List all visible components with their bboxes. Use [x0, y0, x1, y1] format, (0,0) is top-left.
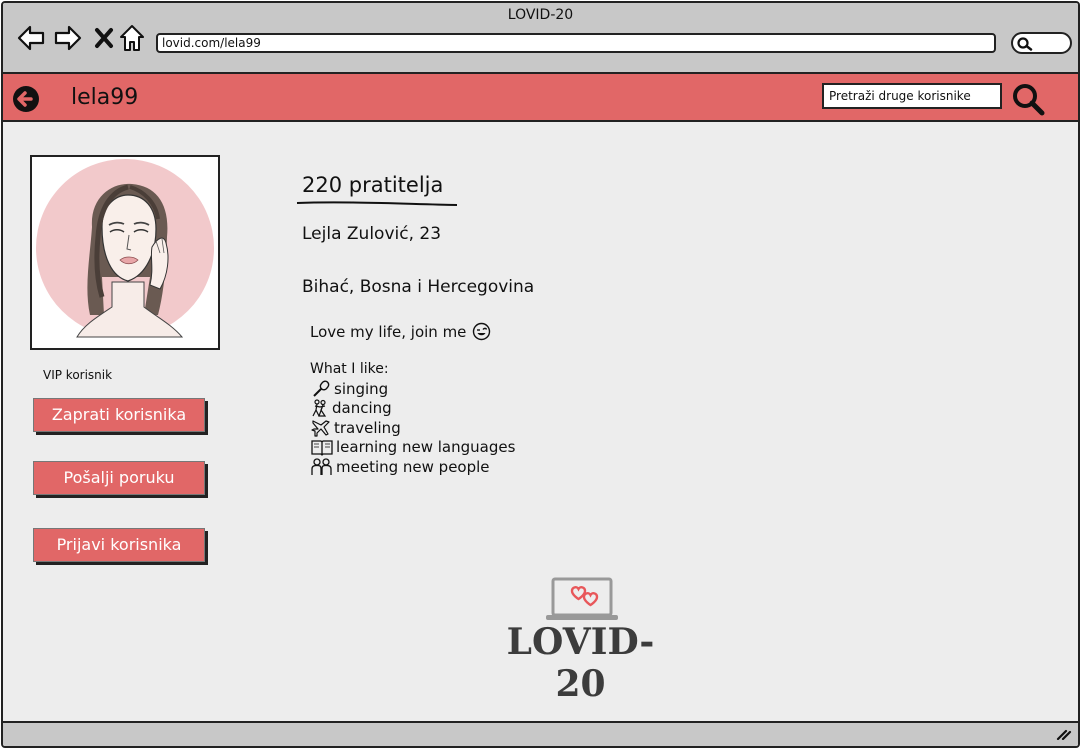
window-title: LOVID-20	[507, 7, 574, 23]
followers-count[interactable]: 220 pratitelja	[302, 173, 443, 197]
browser-search-field[interactable]	[1011, 32, 1072, 54]
airplane-icon	[311, 420, 330, 437]
list-item: dancing	[311, 399, 515, 419]
browser-chrome: LOVID-20 lovid.com/lela99	[3, 3, 1078, 74]
app-header: lela99 Pretraži druge korisnike	[3, 74, 1078, 122]
profile-bio: Love my life, join me	[310, 322, 491, 341]
bio-text: Love my life, join me	[310, 322, 467, 341]
dancing-icon	[312, 399, 327, 417]
search-icon	[1017, 37, 1033, 51]
user-search-input[interactable]: Pretraži druge korisnike	[822, 83, 1002, 109]
report-user-button[interactable]: Prijavi korisnika	[33, 528, 205, 562]
followers-underline	[296, 201, 458, 206]
list-item: learning new languages	[311, 438, 515, 458]
winking-smiley-icon	[473, 322, 491, 341]
likes-title: What I like:	[310, 361, 389, 377]
likes-list: singing dancing traveling learning new l…	[311, 379, 515, 477]
profile-location: Bihać, Bosna i Hercegovina	[302, 277, 535, 297]
book-icon	[311, 440, 333, 457]
list-item: singing	[311, 379, 515, 399]
back-arrow-icon[interactable]	[16, 23, 46, 53]
list-item: traveling	[311, 418, 515, 438]
microphone-icon	[313, 380, 330, 397]
list-item: meeting new people	[311, 457, 515, 477]
back-circle-icon[interactable]	[11, 84, 41, 114]
forward-arrow-icon[interactable]	[53, 23, 83, 53]
url-bar[interactable]: lovid.com/lela99	[156, 33, 996, 53]
brand-logo-text: LOVID-20	[506, 621, 655, 705]
home-icon[interactable]	[117, 23, 147, 53]
laptop-hearts-icon	[546, 577, 618, 620]
browser-window: LOVID-20 lovid.com/lela99 lela99 Pretraž…	[1, 1, 1080, 748]
close-x-icon[interactable]	[89, 23, 119, 53]
send-message-button[interactable]: Pošalji poruku	[33, 461, 205, 495]
resize-grip-icon[interactable]	[1056, 728, 1072, 740]
profile-avatar	[30, 155, 220, 350]
follow-user-button[interactable]: Zaprati korisnika	[33, 398, 205, 432]
profile-username: lela99	[71, 85, 139, 110]
search-icon[interactable]	[1011, 82, 1045, 116]
vip-badge: VIP korisnik	[43, 368, 113, 382]
status-bar	[3, 721, 1078, 746]
people-icon	[311, 458, 332, 475]
profile-full-name: Lejla Zulović, 23	[302, 224, 442, 244]
